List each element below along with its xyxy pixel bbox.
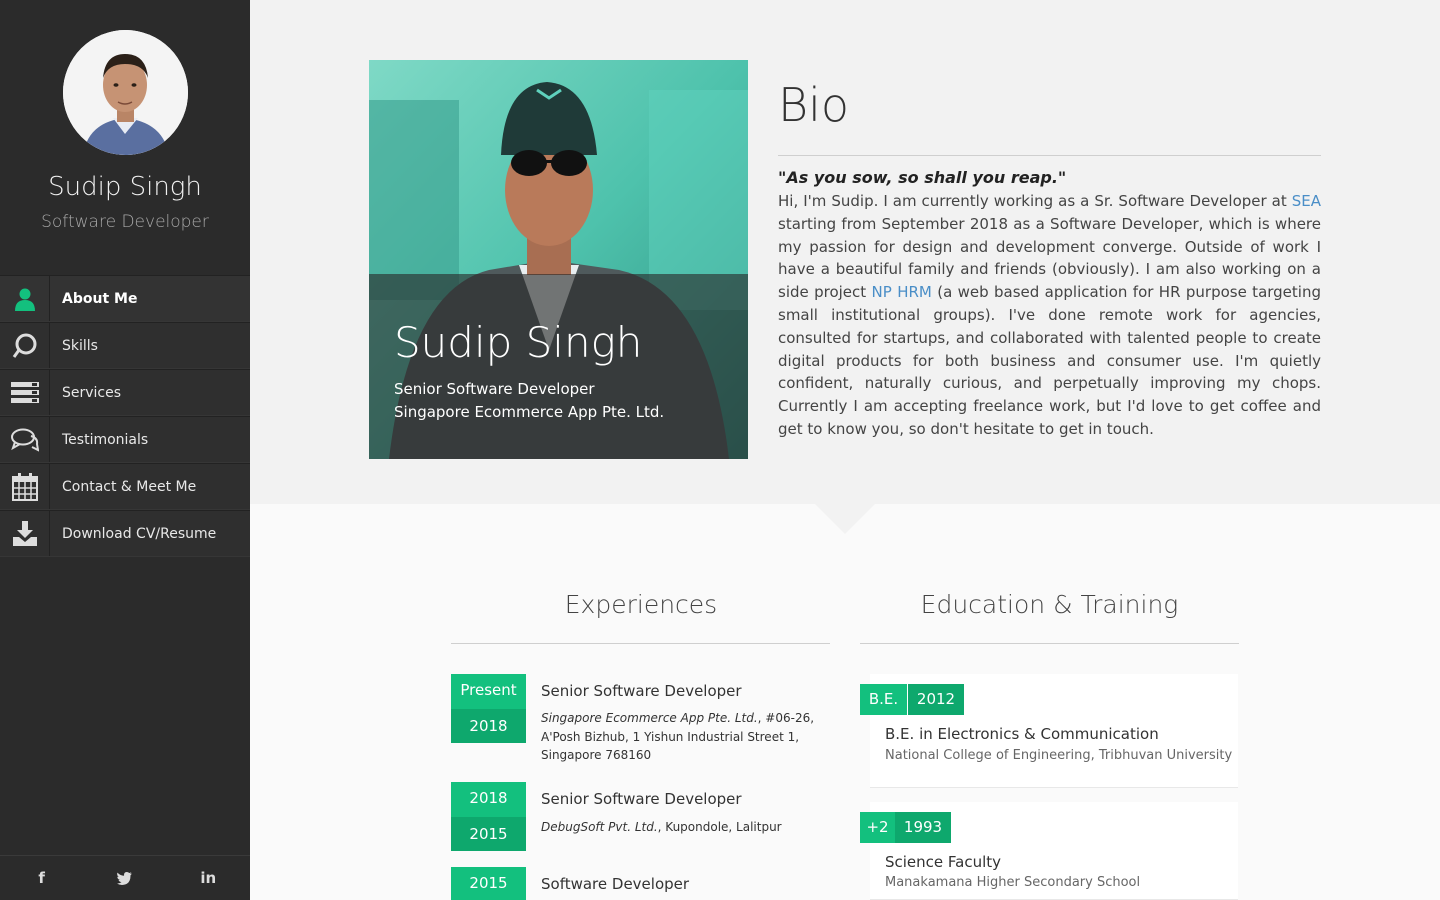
chat-icon bbox=[0, 417, 50, 462]
np-hrm-link[interactable]: NP HRM bbox=[872, 283, 932, 301]
sidebar: Sudip Singh Software Developer About Me … bbox=[0, 0, 250, 900]
bio-text-part: Hi, I'm Sudip. I am currently working as… bbox=[778, 192, 1292, 210]
exp-company: DebugSoft Pvt. Ltd. bbox=[541, 820, 658, 834]
divider bbox=[451, 643, 830, 644]
bio-quote: "As you sow, so shall you reap." bbox=[778, 168, 1067, 187]
twitter-icon[interactable] bbox=[83, 856, 166, 900]
edu-degree-badge: B.E. bbox=[860, 684, 907, 715]
edu-degree-badge: +2 bbox=[860, 812, 895, 843]
services-icon bbox=[0, 370, 50, 415]
edu-title: B.E. in Electronics & Communication bbox=[885, 725, 1159, 743]
divider bbox=[778, 155, 1321, 156]
sidebar-role: Software Developer bbox=[41, 212, 209, 232]
calendar-icon bbox=[0, 464, 50, 509]
exp-detail: DebugSoft Pvt. Ltd., Kupondole, Lalitpur bbox=[541, 818, 831, 837]
sidebar-item-about-me[interactable]: About Me bbox=[0, 275, 250, 322]
avatar bbox=[63, 30, 188, 155]
sidebar-item-label: Contact & Meet Me bbox=[62, 478, 197, 495]
user-icon bbox=[0, 276, 50, 321]
exp-role: Software Developer bbox=[541, 875, 690, 893]
sidebar-nav: About Me Skills Services Testimonials Co… bbox=[0, 275, 250, 557]
sidebar-item-label: Download CV/Resume bbox=[62, 525, 217, 542]
edu-school: Manakamana Higher Secondary School bbox=[885, 875, 1141, 890]
hero-company: Singapore Ecommerce App Pte. Ltd. bbox=[394, 403, 665, 421]
download-icon bbox=[0, 511, 50, 556]
exp-role: Senior Software Developer bbox=[541, 790, 742, 808]
education-heading: Education & Training bbox=[920, 590, 1179, 619]
edu-school: National College of Engineering, Tribhuv… bbox=[885, 748, 1233, 763]
facebook-icon[interactable]: f bbox=[0, 856, 83, 900]
linkedin-icon[interactable]: in bbox=[167, 856, 250, 900]
sea-link[interactable]: SEA bbox=[1292, 192, 1321, 210]
hero-name: Sudip Singh bbox=[394, 318, 643, 367]
bio-text-part: (a web based application for HR purpose … bbox=[778, 283, 1321, 438]
hero-title: Senior Software Developer bbox=[394, 380, 595, 398]
exp-address: , Kupondole, Lalitpur bbox=[657, 820, 782, 834]
sidebar-item-contact[interactable]: Contact & Meet Me bbox=[0, 463, 250, 510]
sidebar-item-label: Services bbox=[62, 384, 122, 401]
exp-from: Present bbox=[451, 674, 526, 709]
sidebar-name: Sudip Singh bbox=[48, 172, 202, 202]
exp-company: Singapore Ecommerce App Pte. Ltd. bbox=[541, 711, 758, 725]
sidebar-item-label: About Me bbox=[62, 290, 138, 307]
edu-title: Science Faculty bbox=[885, 853, 1002, 871]
sidebar-item-download-cv[interactable]: Download CV/Resume bbox=[0, 510, 250, 557]
sidebar-item-label: Testimonials bbox=[62, 431, 149, 448]
sidebar-item-testimonials[interactable]: Testimonials bbox=[0, 416, 250, 463]
profile-photo: Sudip Singh Senior Software Developer Si… bbox=[369, 60, 748, 459]
divider bbox=[860, 643, 1239, 644]
skills-icon bbox=[0, 323, 50, 368]
edu-year-badge: 2012 bbox=[908, 684, 964, 715]
experiences-heading: Experiences bbox=[564, 590, 718, 619]
exp-from: 2015 bbox=[451, 867, 526, 900]
exp-to: 2015 bbox=[451, 817, 526, 851]
bio-text: Hi, I'm Sudip. I am currently working as… bbox=[778, 190, 1321, 441]
social-links: f in bbox=[0, 855, 250, 900]
sidebar-item-skills[interactable]: Skills bbox=[0, 322, 250, 369]
exp-to: 2018 bbox=[451, 709, 526, 743]
exp-from: 2018 bbox=[451, 782, 526, 817]
hero-section: Sudip Singh Senior Software Developer Si… bbox=[250, 0, 1440, 504]
sidebar-item-label: Skills bbox=[62, 337, 98, 354]
edu-year-badge: 1993 bbox=[895, 812, 951, 843]
bio-heading: Bio bbox=[778, 78, 850, 132]
exp-detail: Singapore Ecommerce App Pte. Ltd., #06-2… bbox=[541, 709, 831, 765]
sidebar-item-services[interactable]: Services bbox=[0, 369, 250, 416]
photo-caption: Sudip Singh Senior Software Developer Si… bbox=[369, 274, 748, 459]
section-pointer bbox=[815, 504, 875, 534]
exp-role: Senior Software Developer bbox=[541, 682, 742, 700]
